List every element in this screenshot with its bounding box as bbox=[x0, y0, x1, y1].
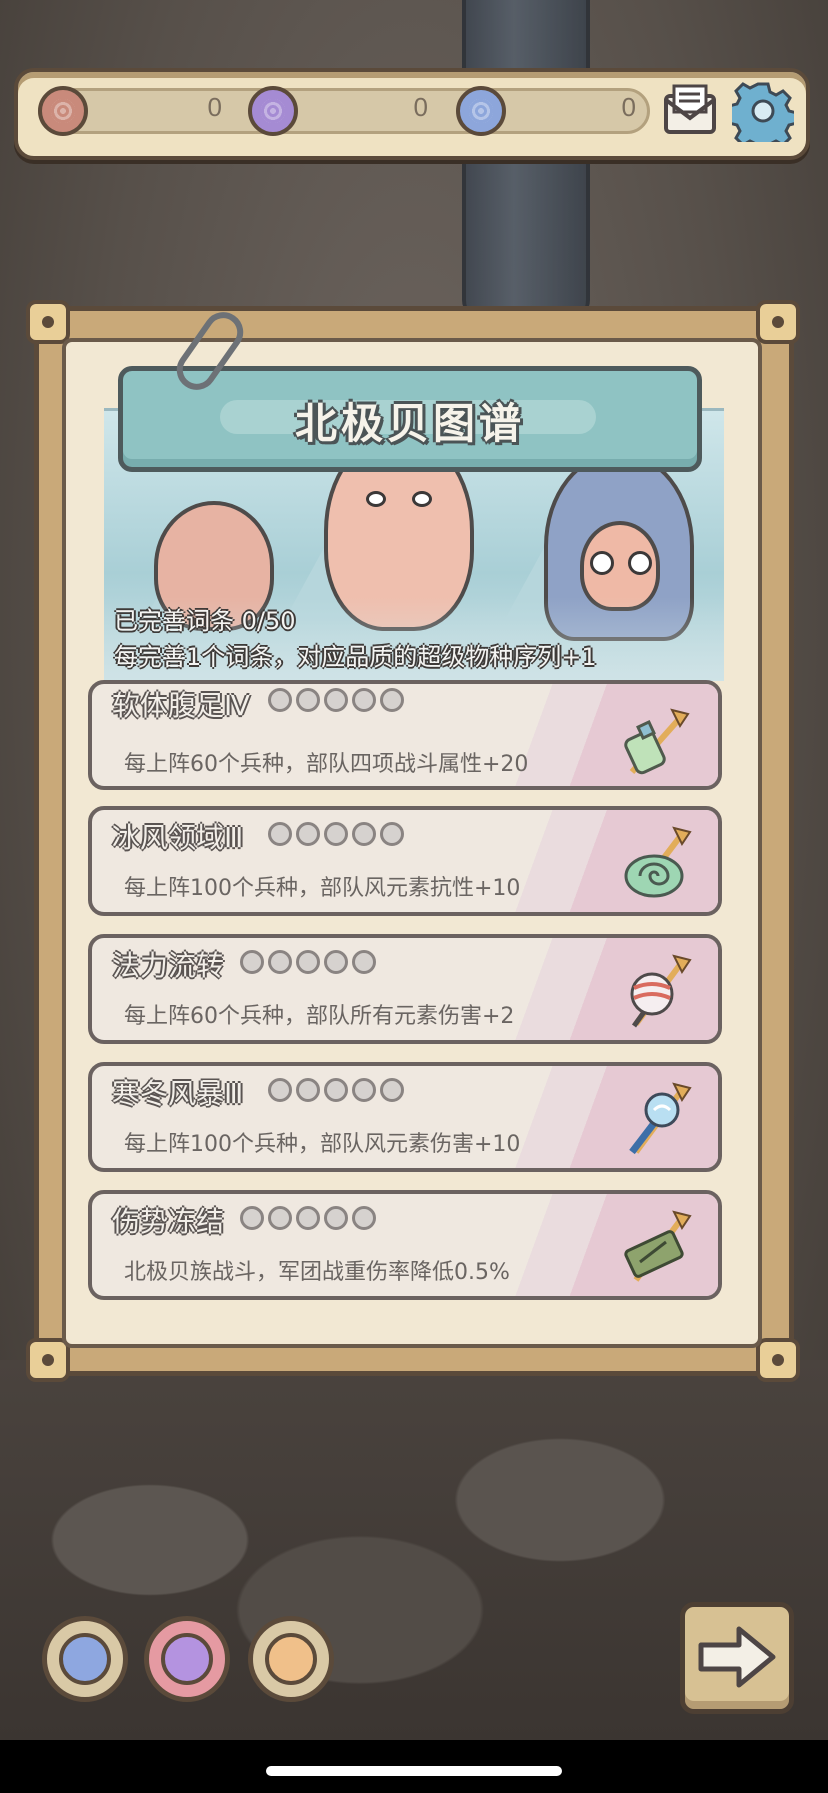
progress-text: 已完善词条 0/50 bbox=[114, 607, 296, 635]
pagoda-tower-illustration bbox=[462, 0, 590, 320]
entry-name: 寒冬风暴Ⅲ bbox=[112, 1077, 244, 1110]
magic-scepter-icon bbox=[629, 1082, 692, 1155]
snail-shell-icon bbox=[624, 826, 692, 898]
frame-corner-bolt bbox=[26, 300, 70, 344]
frame-corner-bolt bbox=[756, 1338, 800, 1382]
star-rating bbox=[268, 822, 404, 852]
hint-text: 每完善1个词条，对应品质的超级物种序列+1 bbox=[114, 643, 597, 671]
entry-card[interactable]: 寒冬风暴Ⅲ 每上阵100个兵种，部队风元素伤害+10 bbox=[88, 1062, 722, 1172]
entry-description: 每上阵100个兵种，部队风元素伤害+10 bbox=[124, 1132, 521, 1157]
star-rating bbox=[240, 1206, 376, 1236]
gear-icon[interactable] bbox=[732, 80, 794, 142]
mail-icon[interactable] bbox=[660, 82, 720, 138]
red-token-count: 0 bbox=[207, 92, 222, 122]
entry-card[interactable]: 法力流转 每上阵60个兵种，部队所有元素伤害+2 bbox=[88, 934, 722, 1044]
entry-name: 法力流转 bbox=[112, 949, 225, 982]
entry-description: 每上阵60个兵种，部队四项战斗属性+20 bbox=[124, 752, 529, 777]
orange-orb-icon bbox=[265, 1633, 317, 1685]
frame-corner-bolt bbox=[756, 300, 800, 344]
blue-brain-token-icon bbox=[456, 86, 506, 136]
purple-brain-token-icon bbox=[248, 86, 298, 136]
next-button[interactable] bbox=[680, 1602, 794, 1714]
red-brain-token-icon bbox=[38, 86, 88, 136]
bottle-icon bbox=[624, 708, 690, 775]
entry-description: 每上阵60个兵种，部队所有元素伤害+2 bbox=[124, 1004, 515, 1029]
arrow-right-icon bbox=[698, 1626, 776, 1688]
purple-orb-icon bbox=[161, 1633, 213, 1685]
entry-card[interactable]: 软体腹足Ⅳ 每上阵60个兵种，部队四项战斗属性+20 bbox=[88, 680, 722, 790]
entry-description: 北极贝族战斗，军团战重伤率降低0.5% bbox=[124, 1260, 510, 1285]
purple-orb-button[interactable] bbox=[144, 1616, 230, 1702]
blue-token-count: 0 bbox=[621, 92, 636, 122]
purple-token-count: 0 bbox=[413, 92, 428, 122]
home-indicator[interactable] bbox=[266, 1766, 562, 1776]
star-rating bbox=[268, 688, 404, 718]
entry-card[interactable]: 冰风领域Ⅲ 每上阵100个兵种，部队风元素抗性+10 bbox=[88, 806, 722, 916]
entry-name: 软体腹足Ⅳ bbox=[112, 689, 250, 722]
bandage-icon bbox=[624, 1210, 692, 1282]
striped-orb-icon bbox=[630, 954, 692, 1028]
resource-track bbox=[38, 88, 650, 134]
star-rating bbox=[268, 1078, 404, 1108]
panel-title: 北极贝图谱 bbox=[294, 399, 525, 448]
frame-corner-bolt bbox=[26, 1338, 70, 1382]
blue-orb-icon bbox=[59, 1633, 111, 1685]
entry-name: 伤势冻结 bbox=[112, 1205, 225, 1238]
entry-description: 每上阵100个兵种，部队风元素抗性+10 bbox=[124, 876, 521, 901]
entry-card[interactable]: 伤势冻结 北极贝族战斗，军团战重伤率降低0.5% bbox=[88, 1190, 722, 1300]
entry-name: 冰风领域Ⅲ bbox=[112, 821, 244, 854]
blue-orb-button[interactable] bbox=[42, 1616, 128, 1702]
star-rating bbox=[240, 950, 376, 980]
orange-orb-button[interactable] bbox=[248, 1616, 334, 1702]
